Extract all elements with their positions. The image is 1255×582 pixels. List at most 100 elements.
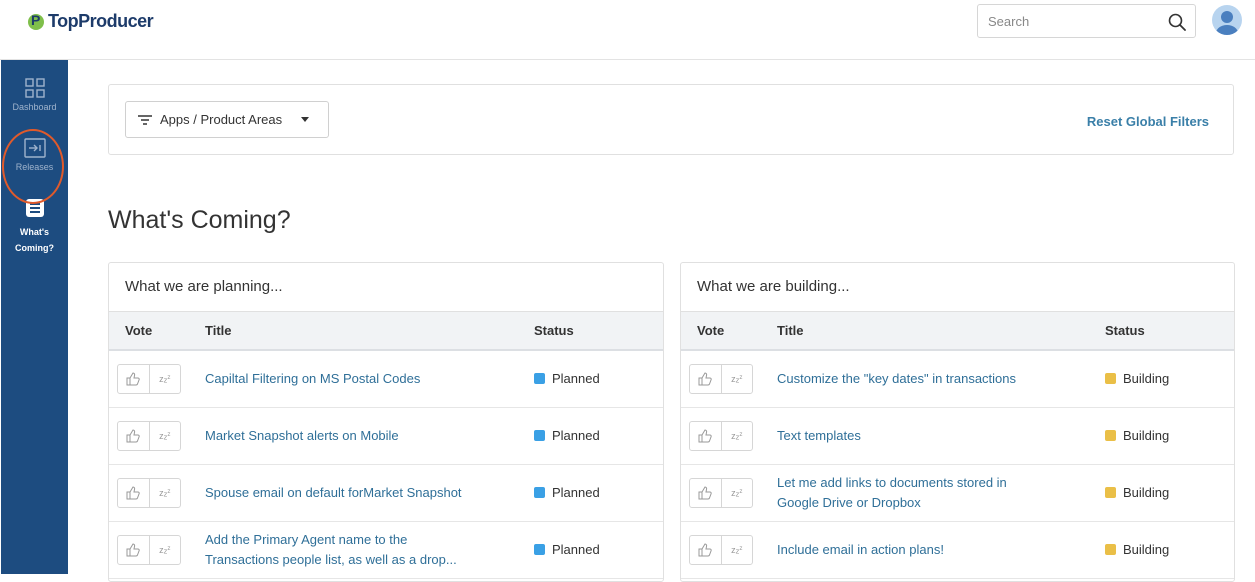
status-badge: Planned xyxy=(534,428,600,443)
table-row: z zz Customize the "key dates" in transac… xyxy=(681,351,1234,408)
sidebar-item-label: Dashboard xyxy=(12,102,57,112)
column-header-vote[interactable]: Vote xyxy=(125,323,152,338)
thumbs-up-icon[interactable] xyxy=(690,422,721,450)
table-row: z zz Add the Primary Agent name to the Tr… xyxy=(109,522,663,579)
snooze-icon[interactable]: z zz xyxy=(720,479,753,507)
item-title-link[interactable]: Add the Primary Agent name to the Transa… xyxy=(205,530,457,570)
thumbs-up-icon[interactable] xyxy=(690,365,721,393)
status-badge: Building xyxy=(1105,371,1169,386)
status-badge: Planned xyxy=(534,485,600,500)
grid-icon xyxy=(24,78,45,98)
top-bar: TopProducer xyxy=(0,0,1255,60)
snooze-icon[interactable]: z zz xyxy=(148,479,181,507)
avatar-person-icon xyxy=(1216,11,1238,35)
item-title-link[interactable]: Text templates xyxy=(777,426,861,446)
table-header: Vote Title Status xyxy=(681,311,1234,351)
status-label: Planned xyxy=(552,542,600,557)
app-logo[interactable]: TopProducer xyxy=(28,11,154,32)
table-row: z zz Capiltal Filtering on MS Postal Code… xyxy=(109,351,663,408)
column-header-status[interactable]: Status xyxy=(1105,323,1145,338)
status-badge: Building xyxy=(1105,542,1169,557)
logo-mark-icon xyxy=(28,12,44,30)
sidebar-item-label: Releases xyxy=(15,162,54,172)
status-label: Building xyxy=(1123,542,1170,557)
table-header: Vote Title Status xyxy=(109,311,663,351)
status-dot xyxy=(534,373,545,384)
snooze-icon[interactable]: z zz xyxy=(720,536,753,564)
status-dot xyxy=(1105,430,1116,441)
column-header-vote[interactable]: Vote xyxy=(697,323,724,338)
column-header-title[interactable]: Title xyxy=(205,323,232,338)
snooze-icon[interactable]: z zz xyxy=(148,536,181,564)
vote-buttons: z zz xyxy=(117,535,181,565)
status-label: Building xyxy=(1123,485,1170,500)
table-row: z zz Include email in action plans! Build… xyxy=(681,522,1234,579)
title-line: Add the Primary Agent name to the xyxy=(205,532,408,547)
status-label: Planned xyxy=(552,428,600,443)
logo-text: TopProducer xyxy=(48,11,154,31)
thumbs-up-icon[interactable] xyxy=(118,479,149,507)
item-title-link[interactable]: Capiltal Filtering on MS Postal Codes xyxy=(205,369,420,389)
item-title-link[interactable]: Customize the "key dates" in transaction… xyxy=(777,369,1016,389)
status-badge: Planned xyxy=(534,542,600,557)
item-title-link[interactable]: Spouse email on default forMarket Snapsh… xyxy=(205,483,462,503)
caret-down-icon xyxy=(301,116,310,122)
search-input[interactable] xyxy=(986,13,1160,30)
sidebar-item-label: Coming? xyxy=(15,243,54,253)
thumbs-up-icon[interactable] xyxy=(118,422,149,450)
vote-buttons: z zz xyxy=(689,535,753,565)
item-title-link[interactable]: Market Snapshot alerts on Mobile xyxy=(205,426,399,446)
snooze-icon[interactable]: z zz xyxy=(148,365,181,393)
vote-buttons: z zz xyxy=(689,364,753,394)
status-badge: Building xyxy=(1105,485,1169,500)
thumbs-up-icon[interactable] xyxy=(690,536,721,564)
item-title-link[interactable]: Let me add links to documents stored in … xyxy=(777,473,1007,513)
list-icon xyxy=(25,199,44,217)
building-panel: What we are building... Vote Title Statu… xyxy=(680,262,1235,582)
status-dot xyxy=(534,487,545,498)
status-dot xyxy=(1105,487,1116,498)
status-dot xyxy=(534,430,545,441)
column-header-status[interactable]: Status xyxy=(534,323,574,338)
sidebar-item-releases[interactable]: Releases xyxy=(1,138,68,172)
status-label: Planned xyxy=(552,371,600,386)
snooze-icon[interactable]: z zz xyxy=(720,422,753,450)
snooze-icon[interactable]: z zz xyxy=(148,422,181,450)
vote-buttons: z zz xyxy=(117,421,181,451)
item-title-link[interactable]: Include email in action plans! xyxy=(777,540,944,560)
vote-buttons: z zz xyxy=(689,421,753,451)
column-header-title[interactable]: Title xyxy=(777,323,804,338)
apps-product-areas-dropdown[interactable]: Apps / Product Areas xyxy=(125,101,329,138)
search-box xyxy=(977,4,1196,38)
status-label: Planned xyxy=(552,485,600,500)
search-icon[interactable] xyxy=(1168,13,1186,31)
release-icon xyxy=(23,138,46,158)
status-dot xyxy=(1105,544,1116,555)
status-label: Building xyxy=(1123,371,1170,386)
sidebar: Dashboard Releases What's Coming? xyxy=(1,60,68,574)
table-row: z zz Text templates Building xyxy=(681,408,1234,465)
snooze-icon[interactable]: z zz xyxy=(720,365,753,393)
table-row: z zz Let me add links to documents stored… xyxy=(681,465,1234,522)
table-row: z zz Spouse email on default forMarket Sn… xyxy=(109,465,663,522)
status-dot xyxy=(1105,373,1116,384)
vote-buttons: z zz xyxy=(117,364,181,394)
title-line: Transactions people list, as well as a d… xyxy=(205,552,457,567)
table-row: z zz Market Snapshot alerts on Mobile Pla… xyxy=(109,408,663,465)
status-badge: Planned xyxy=(534,371,600,386)
filter-icon xyxy=(138,114,152,125)
thumbs-up-icon[interactable] xyxy=(690,479,721,507)
title-line: Google Drive or Dropbox xyxy=(777,495,921,510)
page-title: What's Coming? xyxy=(108,206,291,234)
user-avatar[interactable] xyxy=(1212,5,1242,35)
thumbs-up-icon[interactable] xyxy=(118,365,149,393)
reset-global-filters-link[interactable]: Reset Global Filters xyxy=(1087,114,1209,129)
filter-bar: Apps / Product Areas Reset Global Filter… xyxy=(108,84,1234,155)
status-badge: Building xyxy=(1105,428,1169,443)
sidebar-item-whats-coming[interactable]: What's Coming? xyxy=(1,198,68,256)
sidebar-item-dashboard[interactable]: Dashboard xyxy=(1,78,68,112)
sidebar-item-label: What's xyxy=(19,227,50,237)
thumbs-up-icon[interactable] xyxy=(118,536,149,564)
panel-title: What we are planning... xyxy=(125,278,283,295)
dropdown-label: Apps / Product Areas xyxy=(160,112,283,127)
